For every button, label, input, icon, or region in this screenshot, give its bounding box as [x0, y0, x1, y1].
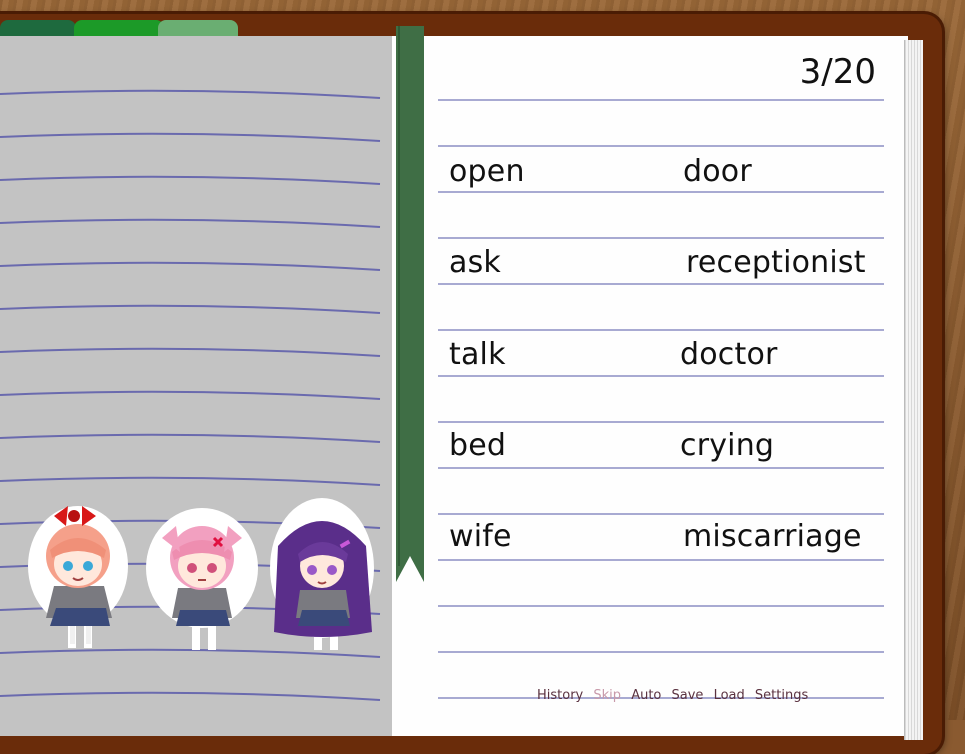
word-option[interactable]: ask: [449, 245, 501, 280]
word-option[interactable]: wife: [449, 519, 512, 554]
page-rule: [438, 99, 884, 101]
auto-button[interactable]: Auto: [631, 688, 661, 703]
page-rule: [438, 283, 884, 285]
right-page: [392, 36, 908, 736]
page-rule: [438, 421, 884, 423]
page-rule: [438, 513, 884, 515]
page-rule: [438, 605, 884, 607]
page-rule: [438, 191, 884, 193]
word-option[interactable]: door: [683, 154, 752, 189]
save-button[interactable]: Save: [672, 688, 704, 703]
skip-button[interactable]: Skip: [593, 688, 621, 703]
word-option[interactable]: crying: [680, 428, 774, 463]
page-stack-edge: [904, 40, 923, 740]
quick-menu: History Skip Auto Save Load Settings: [537, 688, 814, 703]
poem-word-counter: 3/20: [799, 52, 876, 92]
page-rule: [438, 237, 884, 239]
page-rule: [438, 467, 884, 469]
page-rule: [438, 145, 884, 147]
word-option[interactable]: open: [449, 154, 525, 189]
load-button[interactable]: Load: [714, 688, 745, 703]
page-rule: [438, 375, 884, 377]
bookmark-ribbon: [396, 26, 424, 582]
word-option[interactable]: receptionist: [686, 245, 866, 280]
page-rule: [438, 329, 884, 331]
chibi-characters: [28, 498, 374, 650]
word-option[interactable]: miscarriage: [683, 519, 862, 554]
word-option[interactable]: bed: [449, 428, 506, 463]
word-option[interactable]: talk: [449, 337, 506, 372]
page-rule: [438, 559, 884, 561]
page-rule: [438, 651, 884, 653]
natsuki-chibi: [146, 508, 258, 650]
word-option[interactable]: doctor: [680, 337, 778, 372]
settings-button[interactable]: Settings: [755, 688, 808, 703]
sayori-chibi: [28, 506, 128, 648]
history-button[interactable]: History: [537, 688, 583, 703]
yuri-chibi: [270, 498, 374, 650]
